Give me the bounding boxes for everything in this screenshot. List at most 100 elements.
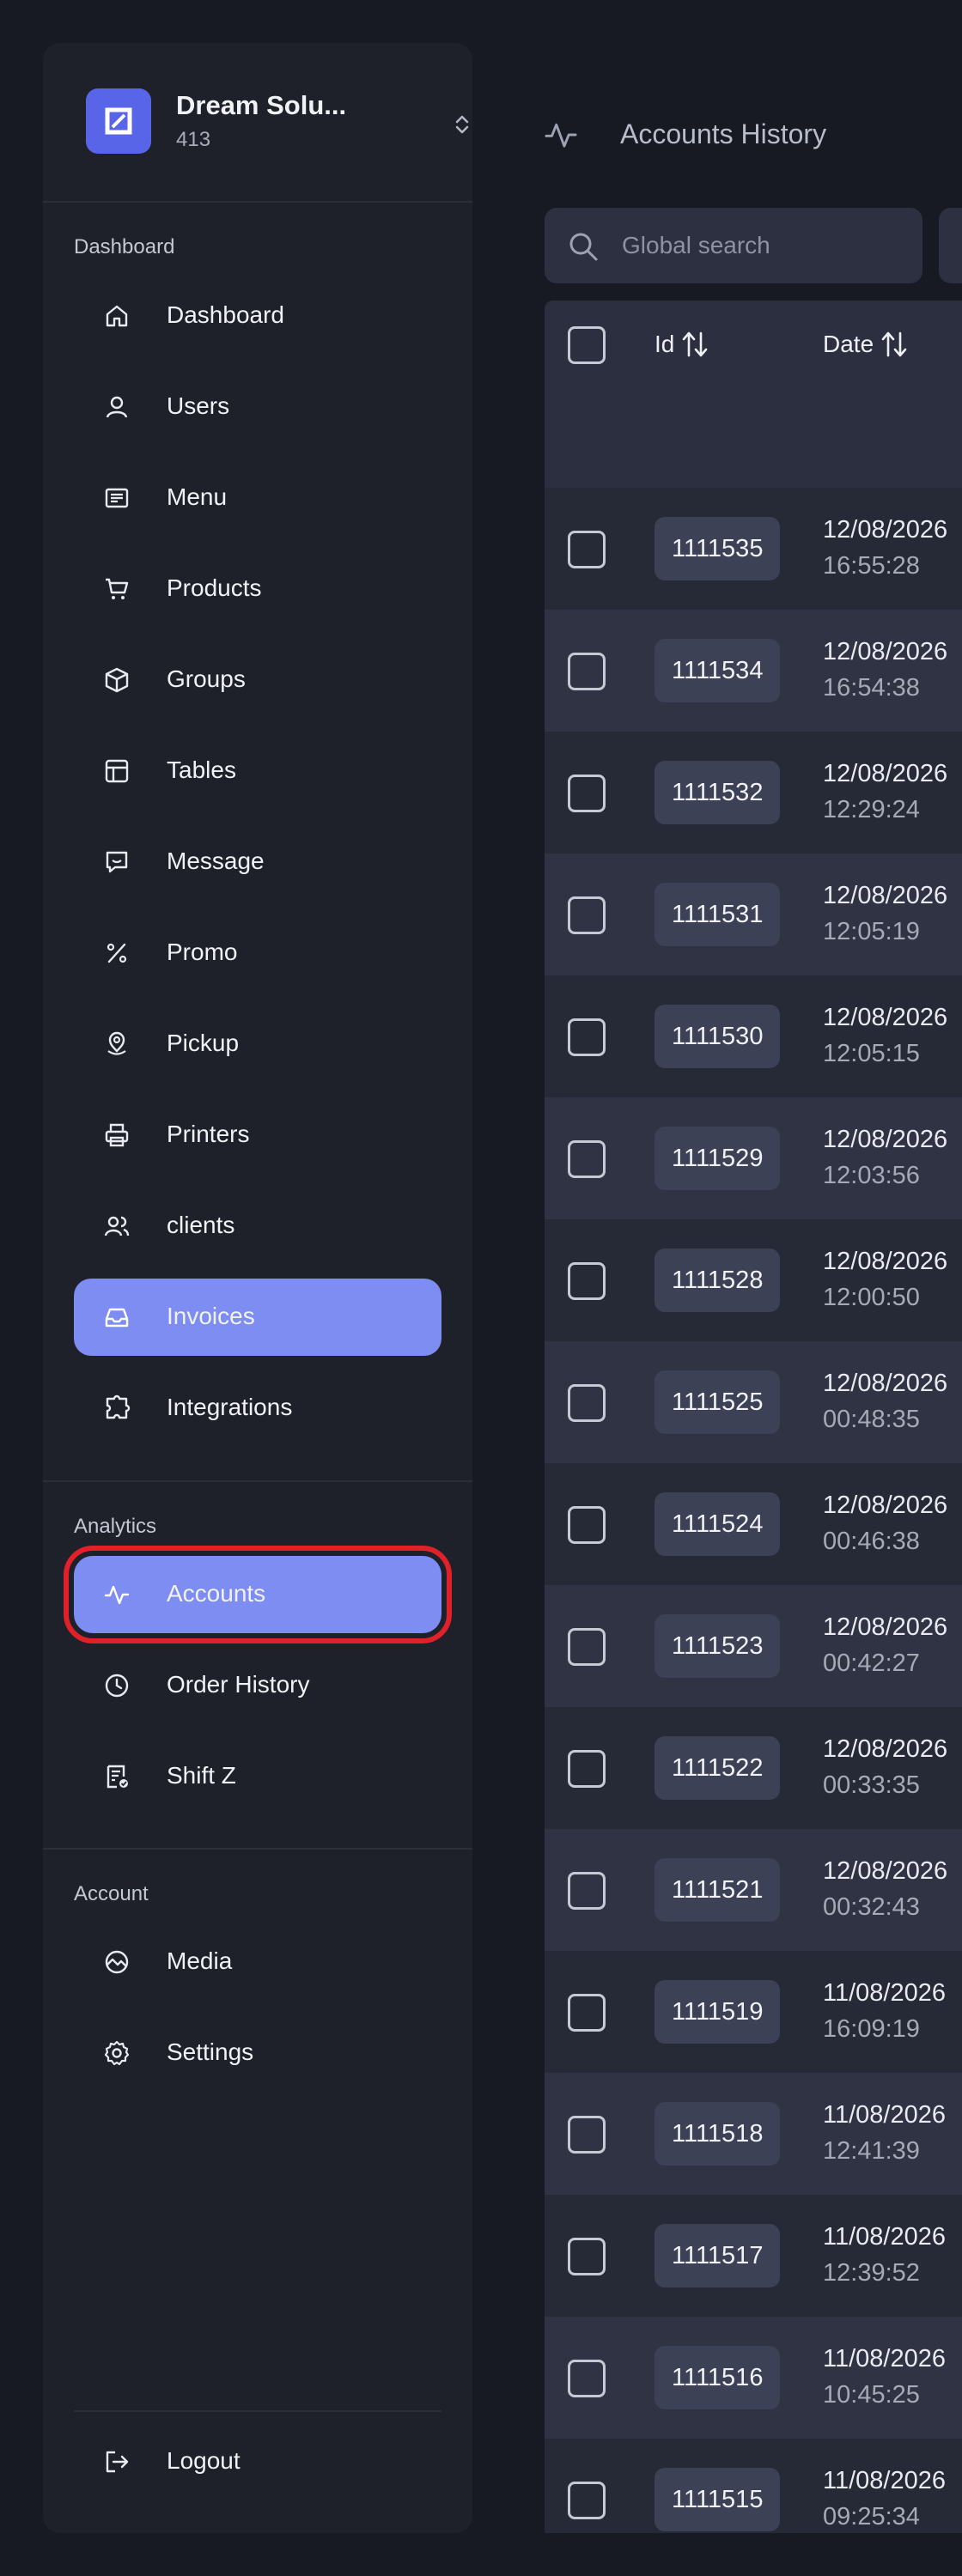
global-search[interactable] [545, 208, 922, 283]
table-row[interactable]: 1111519 11/08/2026 16:09:19 [545, 1951, 962, 2073]
sidebar-item-products[interactable]: Products [74, 550, 441, 628]
row-checkbox[interactable] [568, 1384, 606, 1422]
row-date-time: 12:39:52 [823, 2259, 920, 2287]
sidebar-item-shift-z[interactable]: Shift Z [74, 1738, 441, 1815]
sidebar-item-integrations[interactable]: Integrations [74, 1370, 441, 1447]
sidebar-item-label: Groups [167, 665, 246, 692]
row-checkbox[interactable] [568, 1872, 606, 1910]
gear-icon [103, 2039, 131, 2067]
table-row[interactable]: 1111524 12/08/2026 00:46:38 [545, 1463, 962, 1585]
table-icon [103, 757, 131, 785]
table-row[interactable]: 1111515 11/08/2026 09:25:34 [545, 2439, 962, 2533]
table-row[interactable]: 1111517 11/08/2026 12:39:52 [545, 2195, 962, 2317]
sidebar-item-clients[interactable]: clients [74, 1188, 441, 1265]
table-row[interactable]: 1111529 12/08/2026 12:03:56 [545, 1097, 962, 1219]
sidebar-item-groups[interactable]: Groups [74, 641, 441, 719]
sidebar-item-label: Products [167, 574, 262, 601]
sidebar-item-media[interactable]: Media [74, 1923, 441, 2001]
row-id-badge[interactable]: 1111517 [655, 2224, 781, 2287]
table-row[interactable]: 1111521 12/08/2026 00:32:43 [545, 1829, 962, 1951]
clock-icon [103, 1672, 131, 1699]
row-date: 11/08/2026 12:39:52 [823, 2219, 946, 2291]
sidebar-item-label: clients [167, 1212, 235, 1238]
row-id-badge[interactable]: 1111519 [655, 1980, 781, 2044]
table-row[interactable]: 1111532 12/08/2026 12:29:24 [545, 732, 962, 854]
row-id-badge[interactable]: 1111515 [655, 2468, 781, 2531]
sidebar-item-label: Tables [167, 756, 236, 783]
table-row[interactable]: 1111528 12/08/2026 12:00:50 [545, 1219, 962, 1341]
row-date: 12/08/2026 12:03:56 [823, 1121, 947, 1194]
sidebar-item-menu[interactable]: Menu [74, 459, 441, 537]
row-id-badge[interactable]: 1111531 [655, 883, 781, 946]
row-id-badge[interactable]: 1111529 [655, 1127, 781, 1190]
chevron-up-down-icon[interactable] [447, 109, 478, 140]
row-id-badge[interactable]: 1111524 [655, 1492, 781, 1556]
sidebar-item-order-history[interactable]: Order History [74, 1647, 441, 1724]
sidebar-item-printers[interactable]: Printers [74, 1097, 441, 1174]
table-row[interactable]: 1111531 12/08/2026 12:05:19 [545, 854, 962, 975]
row-id-badge[interactable]: 1111523 [655, 1614, 781, 1678]
table-row[interactable]: 1111522 12/08/2026 00:33:35 [545, 1707, 962, 1829]
sidebar-item-label: Dashboard [167, 301, 284, 328]
sidebar-item-invoices[interactable]: Invoices [74, 1279, 441, 1356]
row-id-badge[interactable]: 1111518 [655, 2102, 781, 2166]
column-header-id[interactable]: Id [655, 330, 709, 359]
printer-icon [103, 1121, 131, 1149]
row-checkbox[interactable] [568, 1018, 606, 1056]
sidebar-item-message[interactable]: Message [74, 823, 441, 901]
table-row[interactable]: 1111530 12/08/2026 12:05:15 [545, 975, 962, 1097]
table-row[interactable]: 1111523 12/08/2026 00:42:27 [545, 1585, 962, 1707]
workspace-switcher[interactable]: Dream Solu... 413 [86, 88, 469, 157]
row-checkbox[interactable] [568, 2238, 606, 2275]
sidebar-item-dashboard[interactable]: Dashboard [74, 277, 441, 355]
row-checkbox[interactable] [568, 531, 606, 568]
logout-button[interactable]: Logout [74, 2423, 441, 2500]
sidebar-item-tables[interactable]: Tables [74, 732, 441, 810]
table-row[interactable]: 1111518 11/08/2026 12:41:39 [545, 2073, 962, 2195]
table-row[interactable]: 1111525 12/08/2026 00:48:35 [545, 1341, 962, 1463]
row-checkbox[interactable] [568, 2360, 606, 2397]
row-checkbox[interactable] [568, 1140, 606, 1178]
row-id-badge[interactable]: 1111522 [655, 1736, 781, 1800]
sidebar-item-accounts[interactable]: Accounts [64, 1546, 452, 1643]
row-id-badge[interactable]: 1111530 [655, 1005, 781, 1068]
row-id-badge[interactable]: 1111532 [655, 761, 781, 824]
row-date-day: 12/08/2026 [823, 760, 948, 787]
select-all-checkbox[interactable] [568, 326, 606, 364]
row-checkbox[interactable] [568, 775, 606, 812]
search-input[interactable] [620, 208, 904, 283]
row-id-badge[interactable]: 1111516 [655, 2346, 781, 2409]
row-checkbox[interactable] [568, 1994, 606, 2032]
sidebar-item-promo[interactable]: Promo [74, 914, 441, 992]
table-header: Id Date [545, 301, 962, 488]
sidebar-item-users[interactable]: Users [74, 368, 441, 446]
table-row[interactable]: 1111534 12/08/2026 16:54:38 [545, 610, 962, 732]
row-checkbox[interactable] [568, 896, 606, 934]
row-checkbox[interactable] [568, 2482, 606, 2519]
activity-icon [103, 1581, 131, 1608]
row-checkbox[interactable] [568, 1628, 606, 1666]
sidebar-item-settings[interactable]: Settings [74, 2014, 441, 2092]
row-id-badge[interactable]: 1111525 [655, 1370, 781, 1434]
table-row[interactable]: 1111516 11/08/2026 10:45:25 [545, 2317, 962, 2439]
row-id-badge[interactable]: 1111528 [655, 1249, 781, 1312]
row-checkbox[interactable] [568, 1506, 606, 1544]
column-header-date[interactable]: Date [823, 330, 908, 359]
row-id-badge[interactable]: 1111535 [655, 517, 781, 580]
row-checkbox[interactable] [568, 1262, 606, 1300]
table-row[interactable]: 1111535 12/08/2026 16:55:28 [545, 488, 962, 610]
filter-button[interactable] [939, 208, 962, 283]
row-checkbox[interactable] [568, 653, 606, 690]
row-id-badge[interactable]: 1111521 [655, 1858, 781, 1922]
row-date-time: 12:05:19 [823, 918, 920, 945]
sidebar: Dream Solu... 413 Dashboard Dashboard Us… [43, 43, 472, 2533]
row-checkbox[interactable] [568, 2116, 606, 2154]
sidebar-item-label: Pickup [167, 1030, 240, 1056]
row-id-badge[interactable]: 1111534 [655, 639, 781, 702]
workspace-id: 413 [176, 128, 211, 151]
sidebar-item-pickup[interactable]: Pickup [74, 1005, 441, 1083]
row-checkbox[interactable] [568, 1750, 606, 1788]
row-date-day: 12/08/2026 [823, 1004, 948, 1031]
users-icon [103, 1212, 131, 1240]
sort-icon [681, 330, 709, 359]
